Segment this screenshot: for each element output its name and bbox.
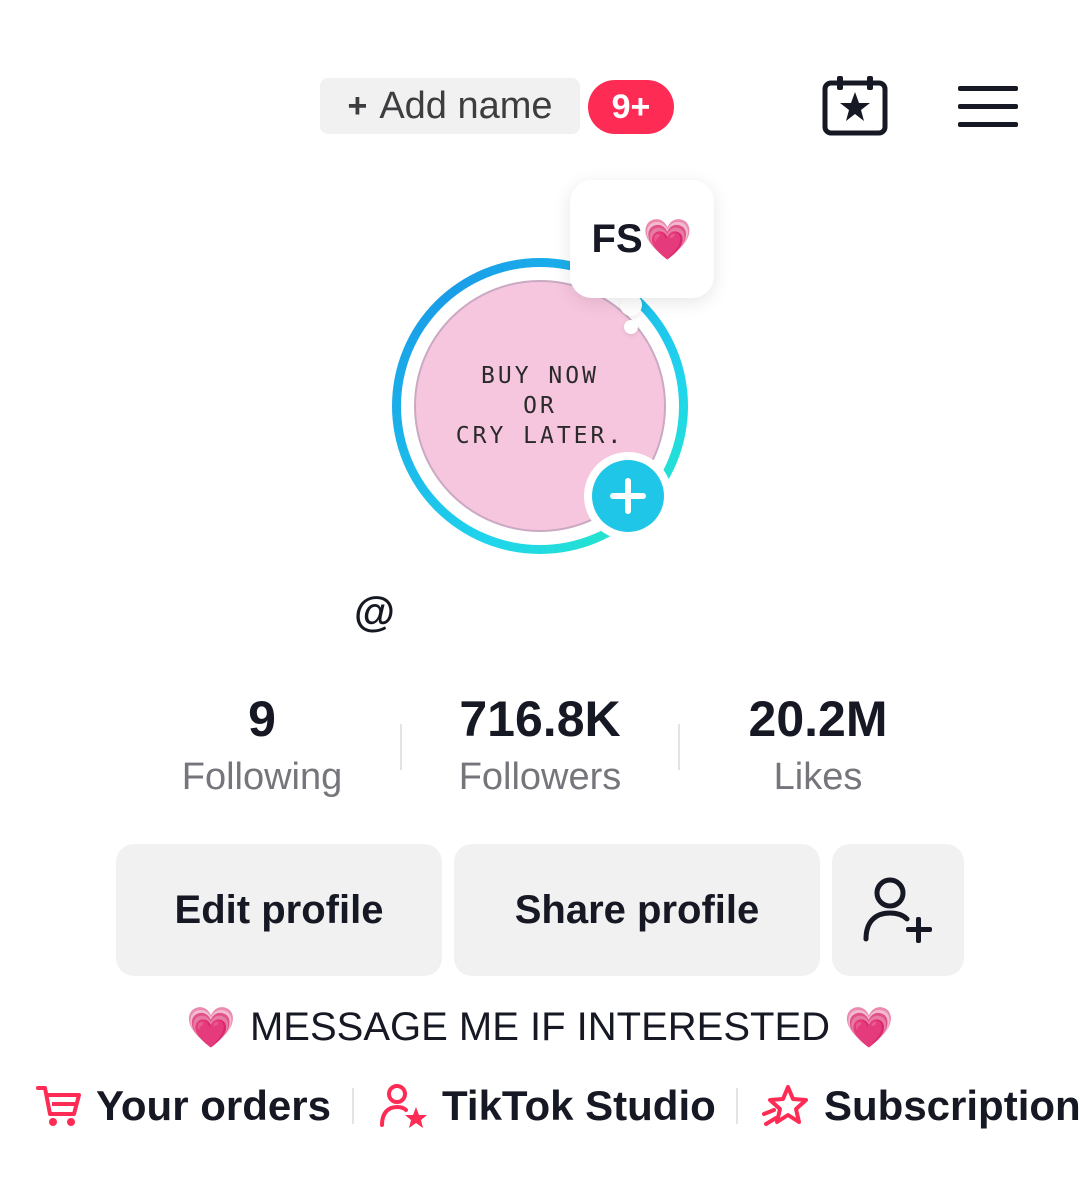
heart-emoji: 💗 bbox=[186, 1006, 236, 1050]
share-profile-label: Share profile bbox=[514, 887, 760, 932]
bio-text: MESSAGE ME IF INTERESTED bbox=[249, 1005, 831, 1049]
add-friend-button[interactable] bbox=[832, 844, 964, 976]
subscription-star-icon bbox=[762, 1085, 808, 1126]
note-bubble-tail-small bbox=[624, 320, 638, 334]
cart-icon bbox=[36, 1086, 81, 1126]
add-story-button[interactable] bbox=[584, 452, 672, 540]
creator-star-icon bbox=[380, 1084, 427, 1128]
subscription-link[interactable]: Subscription bbox=[762, 1080, 1080, 1132]
heart-emoji: 💗 bbox=[844, 1006, 894, 1050]
note-text: FS bbox=[591, 216, 643, 261]
stat-likes[interactable]: 20.2M Likes bbox=[698, 690, 938, 799]
hamburger-menu-icon[interactable] bbox=[958, 84, 1020, 130]
tiktok-studio-link[interactable]: TikTok Studio bbox=[380, 1080, 716, 1132]
likes-count: 20.2M bbox=[748, 691, 888, 747]
bio: 💗 MESSAGE ME IF INTERESTED 💗 bbox=[0, 1004, 1080, 1051]
add-friend-icon bbox=[863, 877, 932, 943]
link-divider bbox=[352, 1088, 354, 1124]
edit-profile-label: Edit profile bbox=[174, 887, 384, 932]
avatar-text-line-1: BUY NOW bbox=[481, 363, 599, 389]
stat-followers[interactable]: 716.8K Followers bbox=[420, 690, 660, 799]
note-bubble[interactable]: FS 💗 bbox=[570, 180, 714, 298]
followers-count: 716.8K bbox=[459, 691, 621, 747]
share-profile-button[interactable]: Share profile bbox=[454, 844, 820, 976]
plus-icon bbox=[592, 460, 664, 532]
your-orders-label: Your orders bbox=[96, 1082, 331, 1129]
edit-profile-button[interactable]: Edit profile bbox=[116, 844, 442, 976]
link-divider bbox=[736, 1088, 738, 1124]
likes-label: Likes bbox=[773, 756, 863, 798]
add-name-label: Add name bbox=[379, 84, 553, 127]
tiktok-studio-label: TikTok Studio bbox=[442, 1082, 716, 1129]
add-name-button[interactable]: + Add name bbox=[320, 78, 580, 134]
avatar-text-line-2: OR bbox=[523, 393, 557, 419]
stat-following[interactable]: 9 Following bbox=[142, 690, 382, 799]
your-orders-link[interactable]: Your orders bbox=[36, 1080, 331, 1132]
followers-label: Followers bbox=[458, 756, 622, 798]
subscription-label: Subscription bbox=[824, 1082, 1080, 1129]
notification-badge[interactable]: 9+ bbox=[588, 80, 674, 134]
add-name-plus: + bbox=[347, 86, 368, 125]
stat-divider bbox=[400, 724, 402, 770]
heart-emoji: 💗 bbox=[642, 217, 693, 262]
following-label: Following bbox=[181, 756, 343, 798]
stat-divider bbox=[678, 724, 680, 770]
calendar-star-icon[interactable] bbox=[822, 74, 888, 136]
avatar-text-line-3: CRY LATER. bbox=[455, 423, 625, 449]
username-handle: @ bbox=[354, 588, 395, 635]
following-count: 9 bbox=[248, 691, 276, 747]
